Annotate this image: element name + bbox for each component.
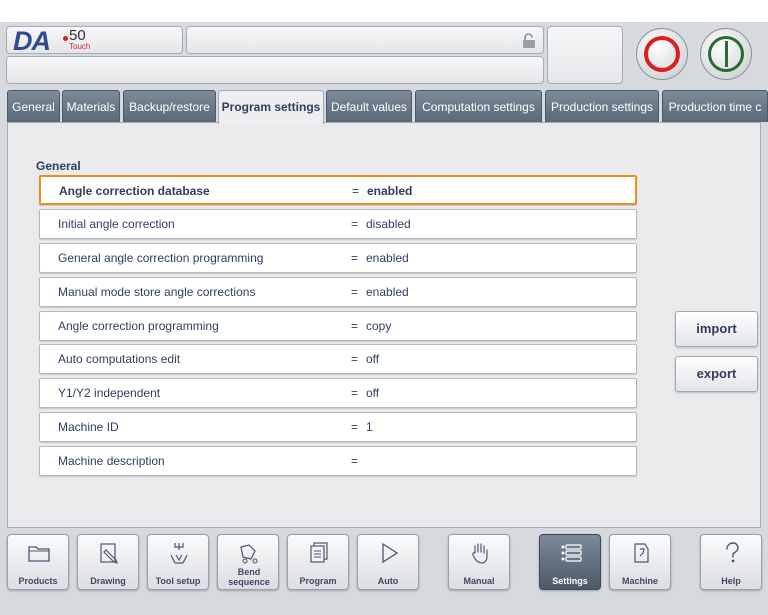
param-label: Machine description — [58, 454, 165, 468]
param-initial-angle-correction[interactable]: Initial angle correction = disabled — [39, 209, 637, 239]
start-button[interactable] — [700, 28, 752, 80]
tab-program-settings[interactable]: Program settings — [218, 90, 324, 124]
nav-label: Tool setup — [155, 576, 201, 586]
nav-label: Manual — [463, 576, 495, 586]
question-icon — [726, 542, 739, 563]
param-value: off — [366, 352, 380, 366]
param-value: enabled — [366, 285, 409, 299]
nav-bend-sequence-button[interactable]: Bend sequence — [217, 534, 279, 590]
tab-computation-settings[interactable]: Computation settings — [415, 90, 542, 122]
param-equals: = — [351, 420, 359, 434]
play-icon — [382, 542, 399, 564]
control-screen: DA 50 Touch General Materials Backup/res… — [0, 22, 768, 615]
section-title: General — [36, 159, 81, 173]
folder-icon — [28, 546, 50, 562]
nav-label: Bend sequence — [228, 567, 270, 587]
param-angle-correction-database[interactable]: Angle correction database = enabled — [39, 175, 637, 205]
nav-manual-button[interactable]: Manual — [448, 534, 510, 590]
nav-label: Auto — [377, 576, 399, 586]
tab-general[interactable]: General — [7, 90, 60, 122]
pencil-icon — [100, 543, 118, 564]
nav-label: Program — [299, 576, 337, 586]
param-y1-y2-independent[interactable]: Y1/Y2 independent = off — [39, 378, 637, 408]
param-value: off — [366, 386, 380, 400]
nav-label: Products — [18, 576, 58, 586]
nav-machine-button[interactable]: Machine — [609, 534, 671, 590]
tab-default-values[interactable]: Default values — [326, 90, 412, 122]
param-label: Y1/Y2 independent — [58, 386, 161, 400]
param-auto-computations-edit[interactable]: Auto computations edit = off — [39, 344, 637, 374]
nav-tool-setup-button[interactable]: Tool setup — [147, 534, 209, 590]
nav-program-button[interactable]: Program — [287, 534, 349, 590]
param-value: enabled — [366, 251, 409, 265]
logo-panel: DA 50 Touch — [6, 26, 183, 56]
param-angle-correction-programming[interactable]: Angle correction programming = copy — [39, 311, 637, 341]
param-equals: = — [351, 454, 359, 468]
nav-label: Drawing — [90, 576, 126, 586]
param-label: Angle correction database — [59, 184, 210, 198]
param-label: Manual mode store angle corrections — [58, 285, 256, 299]
bend-icon — [240, 544, 258, 564]
param-equals: = — [351, 285, 359, 299]
param-machine-description[interactable]: Machine description = — [39, 446, 637, 476]
param-value: disabled — [366, 217, 411, 231]
title-panel — [186, 26, 544, 54]
param-equals: = — [351, 217, 359, 231]
tab-materials[interactable]: Materials — [62, 90, 120, 122]
param-equals: = — [351, 352, 359, 366]
machine-icon — [634, 543, 649, 563]
param-value: 1 — [366, 420, 373, 434]
nav-label: Machine — [621, 576, 658, 586]
nav-help-button[interactable]: Help — [700, 534, 762, 590]
logo-sub: Touch — [69, 42, 91, 51]
param-equals: = — [352, 184, 360, 198]
tab-production-settings[interactable]: Production settings — [545, 90, 659, 122]
pages-icon — [310, 542, 328, 563]
tool-icon — [170, 543, 188, 564]
param-label: Auto computations edit — [58, 352, 181, 366]
logo-brand: DA — [13, 26, 51, 56]
param-label: Machine ID — [58, 420, 119, 434]
param-value: enabled — [367, 184, 413, 198]
param-manual-mode-store-angle-corrections[interactable]: Manual mode store angle corrections = en… — [39, 277, 637, 307]
export-button[interactable]: export — [675, 356, 758, 392]
param-machine-id[interactable]: Machine ID = 1 — [39, 412, 637, 442]
start-bar-icon — [725, 41, 728, 67]
import-button[interactable]: import — [675, 311, 758, 347]
message-panel — [6, 56, 544, 84]
nav-auto-button[interactable]: Auto — [357, 534, 419, 590]
param-equals: = — [351, 251, 359, 265]
list-icon — [561, 544, 582, 562]
stop-button[interactable] — [636, 28, 688, 80]
nav-label: Settings — [552, 576, 588, 586]
param-label: General angle correction programming — [58, 251, 264, 265]
nav-products-button[interactable]: Products — [7, 534, 69, 590]
tab-production-time[interactable]: Production time c — [662, 90, 768, 122]
stop-ring-icon — [644, 36, 680, 72]
nav-settings-button[interactable]: Settings — [539, 534, 601, 590]
param-value: copy — [366, 319, 392, 333]
param-label: Angle correction programming — [58, 319, 219, 333]
hand-icon — [472, 543, 488, 564]
unlock-icon[interactable] — [522, 33, 536, 49]
logo-dot — [63, 36, 68, 41]
nav-drawing-button[interactable]: Drawing — [77, 534, 139, 590]
bottom-navigation: Products Drawing Tool setup Bend sequenc… — [0, 530, 768, 615]
param-label: Initial angle correction — [58, 217, 175, 231]
status-panel — [547, 26, 623, 84]
settings-content: General Angle correction database = enab… — [7, 122, 761, 528]
param-general-angle-correction-programming[interactable]: General angle correction programming = e… — [39, 243, 637, 273]
tab-bar: General Materials Backup/restore Program… — [0, 90, 768, 124]
param-equals: = — [351, 319, 359, 333]
nav-label: Help — [721, 576, 741, 586]
param-equals: = — [351, 386, 359, 400]
tab-backup-restore[interactable]: Backup/restore — [123, 90, 216, 122]
